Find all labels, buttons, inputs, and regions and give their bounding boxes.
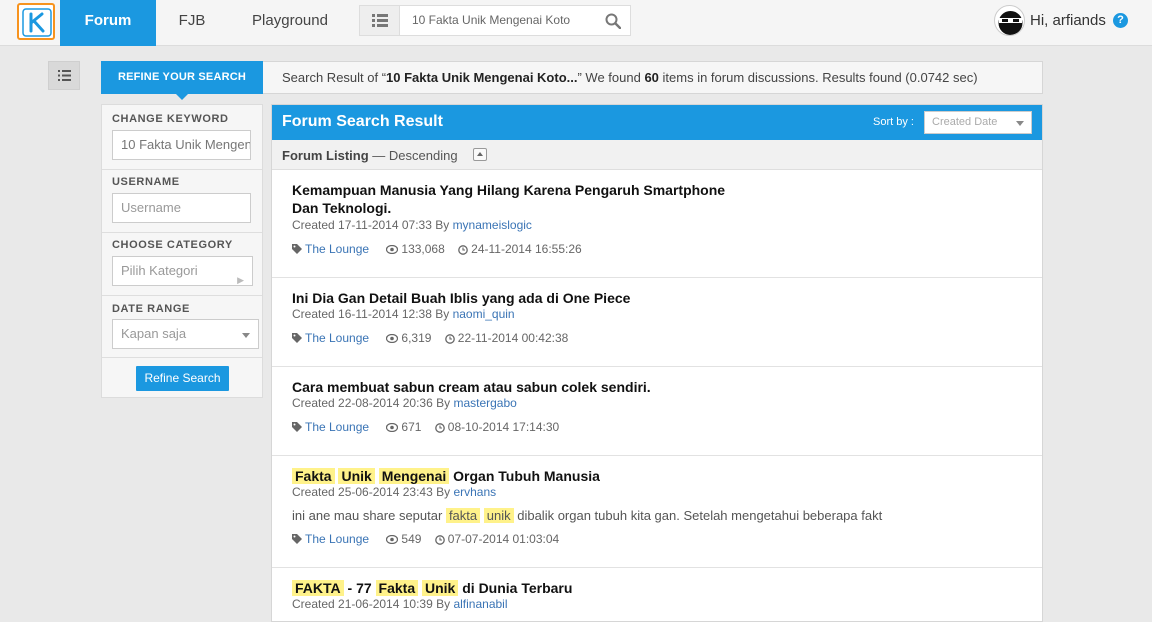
clock-icon xyxy=(444,333,455,344)
thread-title[interactable]: Cara membuat sabun cream atau sabun cole… xyxy=(292,378,792,396)
divider xyxy=(102,169,262,170)
sort-order-toggle-icon[interactable] xyxy=(473,148,487,161)
view-count: 549 xyxy=(401,531,422,546)
listing-label: Forum Listing — Descending xyxy=(282,148,458,163)
date-range-label: DATE RANGE xyxy=(112,303,190,315)
results-header: Forum Search Result Sort by : Created Da… xyxy=(272,105,1042,140)
thread-stats: The Lounge 549 07-07-2014 01:03:04 xyxy=(292,531,559,546)
last-post-time: 08-10-2014 17:14:30 xyxy=(447,419,560,434)
view-count: 671 xyxy=(401,419,422,434)
thread-snippet: ini ane mau share seputar fakta unik dib… xyxy=(292,508,883,523)
category-link[interactable]: The Lounge xyxy=(305,532,369,546)
chevron-down-icon xyxy=(1016,121,1024,126)
view-count: 6,319 xyxy=(401,330,432,345)
last-post-time: 24-11-2014 16:55:26 xyxy=(471,241,582,256)
list-item: Cara membuat sabun cream atau sabun cole… xyxy=(272,367,1042,456)
keyword-input[interactable]: 10 Fakta Unik Mengenai Kotoran xyxy=(112,130,251,160)
clock-icon xyxy=(434,534,445,545)
sidebar-toggle-button[interactable] xyxy=(48,61,80,90)
help-icon[interactable]: ? xyxy=(1113,13,1128,28)
tag-icon xyxy=(292,421,302,432)
user-greeting[interactable]: Hi, arfiands xyxy=(1030,12,1106,29)
eye-icon xyxy=(386,334,399,344)
search-input[interactable]: 10 Fakta Unik Mengenai Koto xyxy=(412,6,582,35)
thread-meta: Created 16-11-2014 12:38 By naomi_quin xyxy=(292,307,515,321)
top-navbar: Forum FJB Playground 10 Fakta Unik Menge… xyxy=(0,0,1152,46)
thread-title[interactable]: Ini Dia Gan Detail Buah Iblis yang ada d… xyxy=(292,289,792,307)
list-icon xyxy=(58,70,71,81)
tab-playground[interactable]: Playground xyxy=(240,0,340,46)
thread-title[interactable]: FAKTA - 77 Fakta Unik di Dunia Terbaru xyxy=(292,579,792,597)
list-item: Fakta Unik Mengenai Organ Tubuh Manusia … xyxy=(272,456,1042,568)
thread-meta: Created 22-08-2014 20:36 By mastergabo xyxy=(292,396,517,410)
refine-bar: REFINE YOUR SEARCH Search Result of “10 … xyxy=(101,61,1043,100)
tag-icon xyxy=(292,533,302,544)
last-post-time: 07-07-2014 01:03:04 xyxy=(447,531,560,546)
category-link[interactable]: The Lounge xyxy=(305,420,369,434)
keyword-label: CHANGE KEYWORD xyxy=(112,113,229,125)
category-placeholder: Pilih Kategori xyxy=(121,263,198,278)
search-icon[interactable] xyxy=(605,13,621,29)
divider xyxy=(102,232,262,233)
sort-label: Sort by : xyxy=(873,116,914,128)
last-post-time: 22-11-2014 00:42:38 xyxy=(457,330,569,345)
eye-icon xyxy=(386,245,399,255)
category-select[interactable]: Pilih Kategori ▶ xyxy=(112,256,253,286)
list-item: FAKTA - 77 Fakta Unik di Dunia Terbaru C… xyxy=(272,568,1042,621)
sort-select[interactable]: Created Date xyxy=(924,111,1032,134)
author-link[interactable]: mastergabo xyxy=(453,396,516,410)
refine-sidebar: CHANGE KEYWORD 10 Fakta Unik Mengenai Ko… xyxy=(101,104,263,398)
thread-meta: Created 25-06-2014 23:43 By ervhans xyxy=(292,485,497,499)
list-icon xyxy=(372,14,388,27)
search-summary: Search Result of “10 Fakta Unik Mengenai… xyxy=(282,70,978,85)
kaskus-logo[interactable] xyxy=(17,3,55,40)
thread-title[interactable]: Kemampuan Manusia Yang Hilang Karena Pen… xyxy=(292,181,752,217)
thread-meta: Created 17-11-2014 07:33 By mynameislogi… xyxy=(292,218,532,232)
refine-search-button[interactable]: Refine Search xyxy=(136,366,229,391)
avatar[interactable] xyxy=(994,5,1025,36)
author-link[interactable]: mynameislogic xyxy=(453,218,532,232)
thread-stats: The Lounge 671 08-10-2014 17:14:30 xyxy=(292,419,559,434)
page-title: Forum Search Result xyxy=(282,113,443,130)
username-input[interactable]: Username xyxy=(112,193,251,223)
thread-meta: Created 21-06-2014 10:39 By alfinanabil xyxy=(292,597,508,611)
forum-results-panel: Forum Search Result Sort by : Created Da… xyxy=(271,104,1043,622)
tab-fjb[interactable]: FJB xyxy=(170,0,214,46)
eye-icon xyxy=(386,535,399,545)
listing-bar: Forum Listing — Descending xyxy=(272,140,1042,170)
sort-value: Created Date xyxy=(932,116,998,128)
thread-stats: The Lounge 6,319 22-11-2014 00:42:38 xyxy=(292,330,568,345)
category-link[interactable]: The Lounge xyxy=(305,242,369,256)
clock-icon xyxy=(458,244,468,255)
tag-icon xyxy=(292,243,302,254)
category-label: CHOOSE CATEGORY xyxy=(112,239,233,251)
list-item: Kemampuan Manusia Yang Hilang Karena Pen… xyxy=(272,171,1042,278)
thread-stats: The Lounge 133,068 24-11-2014 16:55:26 xyxy=(292,241,582,256)
date-range-value: Kapan saja xyxy=(121,326,187,341)
list-item: Ini Dia Gan Detail Buah Iblis yang ada d… xyxy=(272,278,1042,367)
eye-icon xyxy=(386,423,399,433)
date-range-select[interactable]: Kapan saja xyxy=(112,319,259,349)
chevron-down-icon xyxy=(242,333,250,338)
clock-icon xyxy=(434,422,445,433)
author-link[interactable]: naomi_quin xyxy=(453,307,515,321)
tab-forum[interactable]: Forum xyxy=(60,0,156,46)
search-scope-button[interactable] xyxy=(360,6,400,35)
refine-search-tab[interactable]: REFINE YOUR SEARCH xyxy=(101,61,263,100)
category-link[interactable]: The Lounge xyxy=(305,331,369,345)
view-count: 133,068 xyxy=(401,241,445,256)
divider xyxy=(102,357,262,358)
tag-icon xyxy=(292,332,302,343)
username-label: USERNAME xyxy=(112,176,180,188)
chevron-right-icon: ▶ xyxy=(237,275,244,285)
divider xyxy=(102,295,262,296)
author-link[interactable]: ervhans xyxy=(453,485,496,499)
global-search: 10 Fakta Unik Mengenai Koto xyxy=(359,5,631,36)
thread-title[interactable]: Fakta Unik Mengenai Organ Tubuh Manusia xyxy=(292,467,792,485)
author-link[interactable]: alfinanabil xyxy=(453,597,507,611)
